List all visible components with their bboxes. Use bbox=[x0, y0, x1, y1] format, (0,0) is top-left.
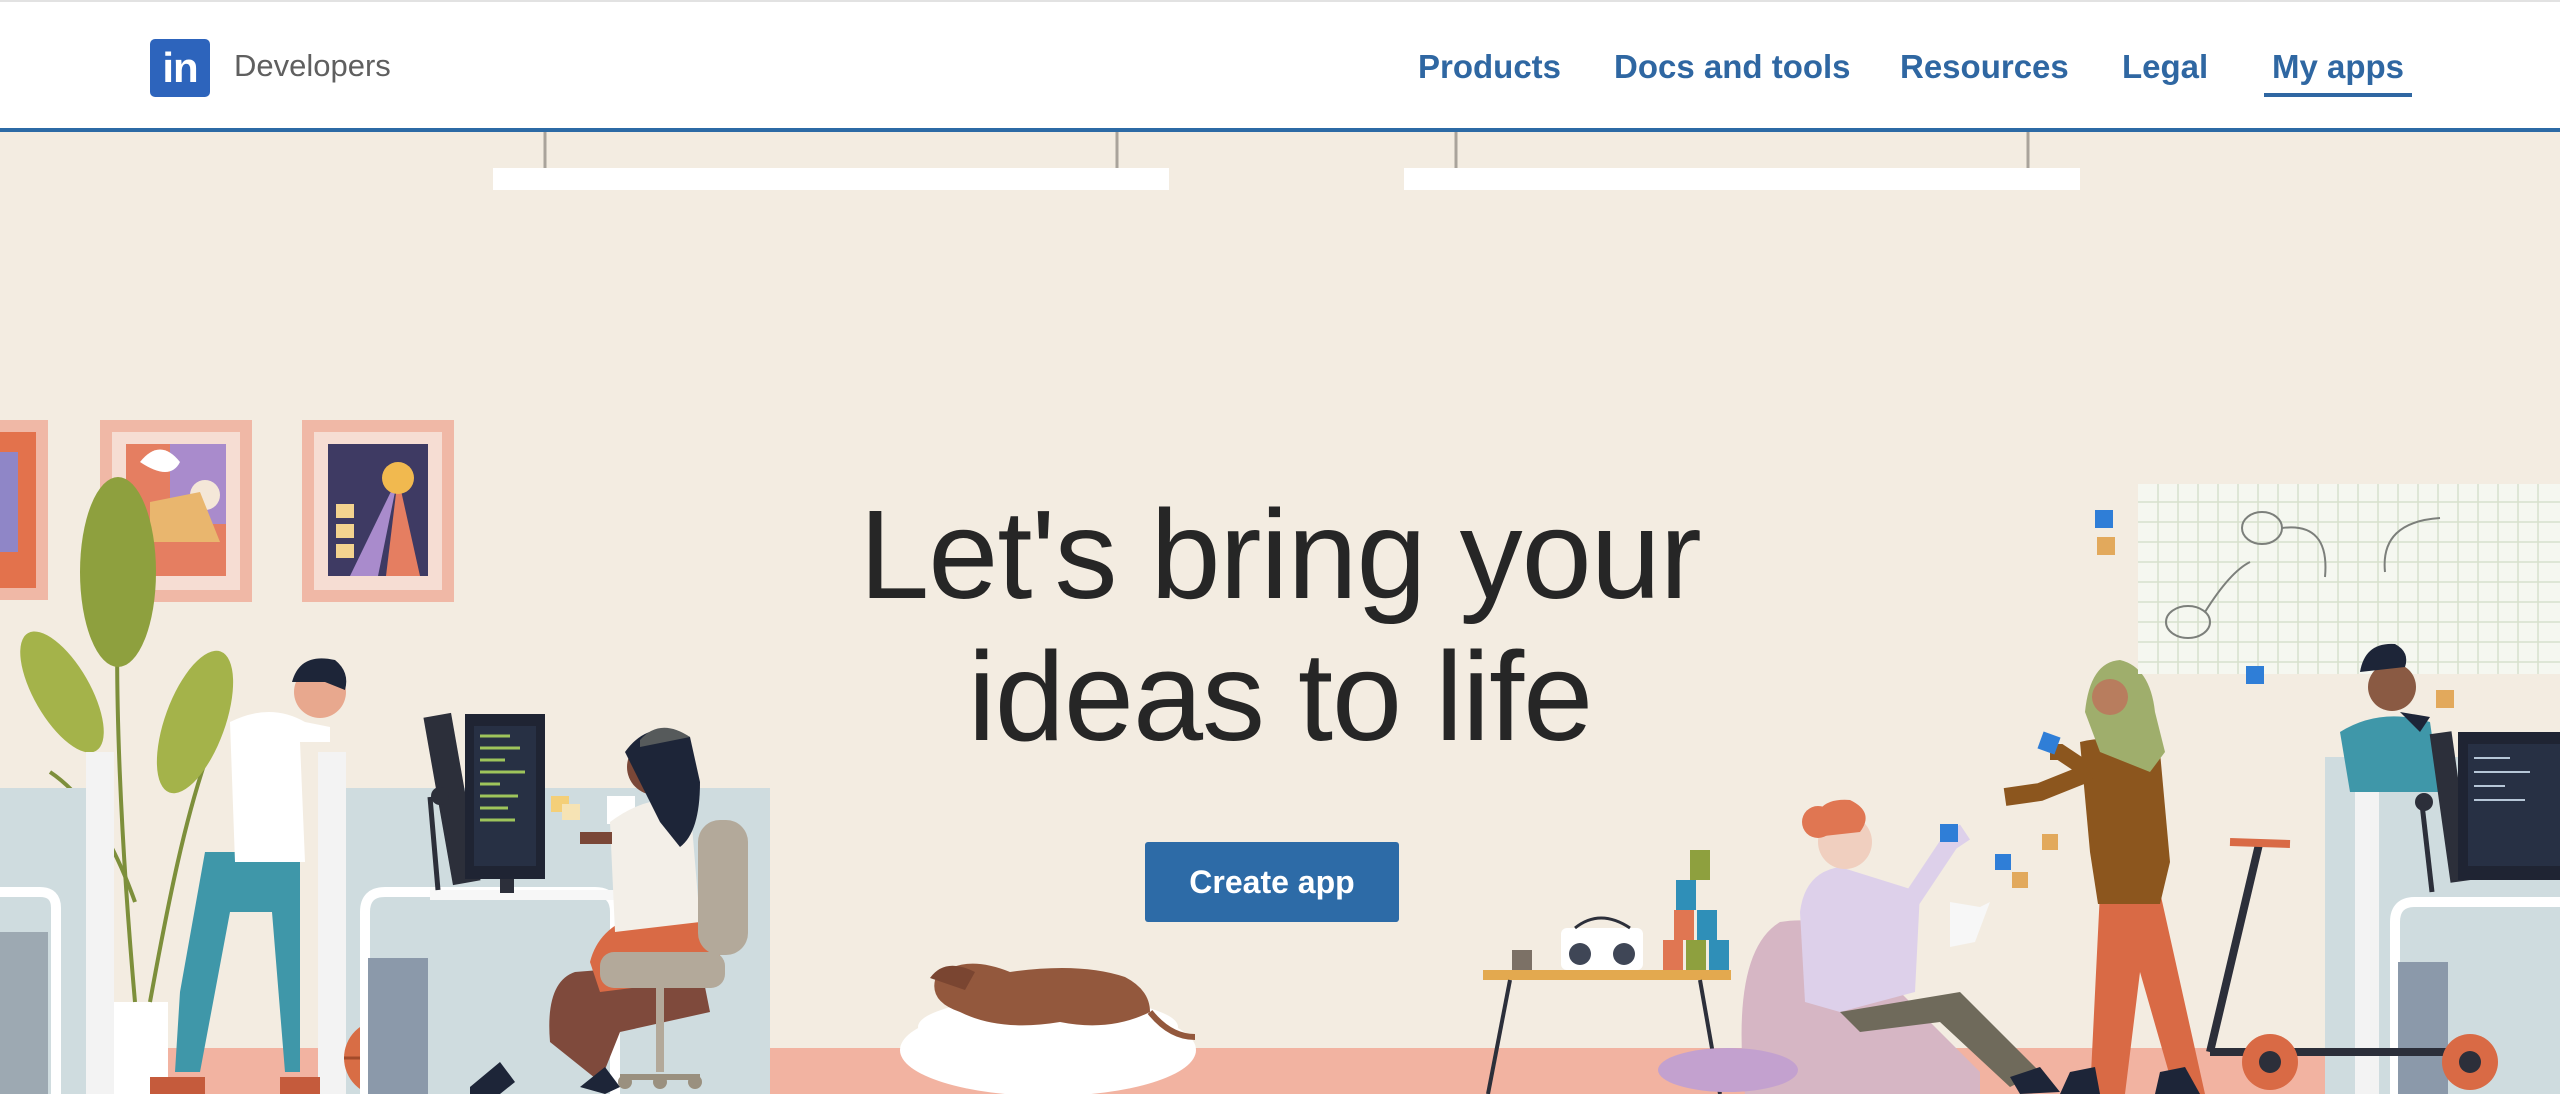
brand-label[interactable]: Developers bbox=[234, 48, 391, 84]
hero-heading-line-1: Let's bring your bbox=[859, 484, 1702, 625]
wall-art-frame-3 bbox=[302, 420, 454, 602]
ceiling-light-right bbox=[1404, 132, 2080, 190]
nav-products[interactable]: Products bbox=[1418, 48, 1561, 86]
whiteboard-decoration bbox=[2095, 484, 2560, 684]
workstation-right bbox=[2206, 643, 2560, 1094]
top-navigation-bar: in Developers Products Docs and tools Re… bbox=[0, 0, 2560, 132]
wall-art-frame-1 bbox=[0, 420, 48, 600]
nav-docs-and-tools[interactable]: Docs and tools bbox=[1614, 48, 1851, 86]
ceiling-light-left bbox=[493, 132, 1169, 190]
hero-heading-line-2: ideas to life bbox=[967, 626, 1593, 767]
linkedin-logo[interactable]: in bbox=[150, 39, 210, 97]
nav-resources[interactable]: Resources bbox=[1900, 48, 2069, 86]
nav-legal[interactable]: Legal bbox=[2122, 48, 2208, 86]
dog-on-bed-decoration bbox=[900, 963, 1196, 1094]
create-app-button[interactable]: Create app bbox=[1145, 842, 1399, 922]
nav-my-apps[interactable]: My apps bbox=[2264, 48, 2413, 97]
hero-heading: Let's bring your ideas to life bbox=[780, 484, 1780, 768]
hero-illustration: Let's bring your ideas to life Create ap… bbox=[0, 132, 2560, 1094]
standing-woman-figure bbox=[1995, 660, 2205, 1094]
